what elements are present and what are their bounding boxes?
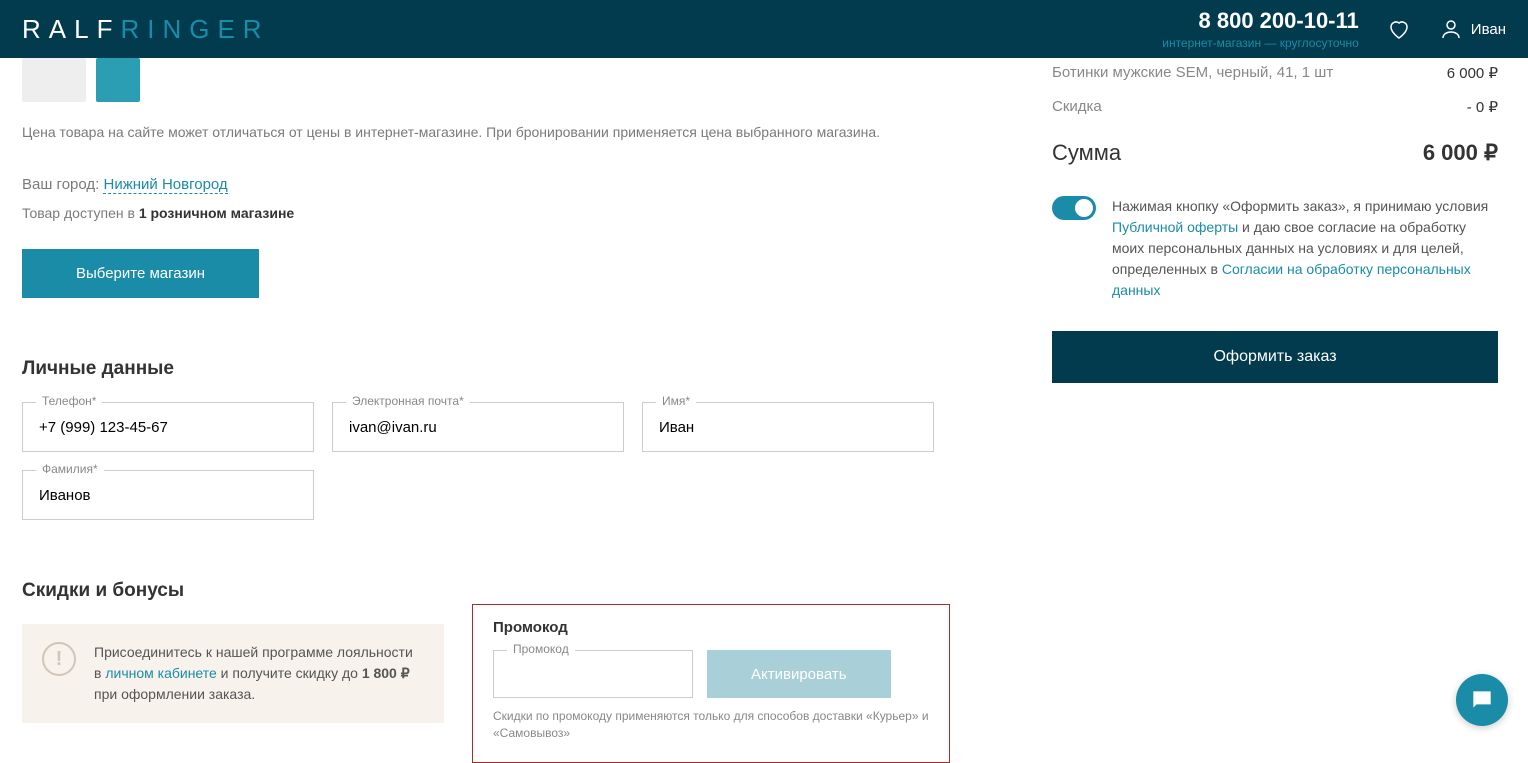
consent-block: Нажимая кнопку «Оформить заказ», я прини… <box>1052 196 1498 301</box>
avail-count: 1 розничном магазине <box>139 205 294 221</box>
promo-field-wrap: Промокод <box>493 650 693 698</box>
city-row: Ваш город: Нижний Новгород <box>22 176 992 193</box>
promo-label: Промокод <box>507 642 575 656</box>
personal-data-title: Личные данные <box>22 358 992 380</box>
fname-label: Имя* <box>656 394 696 408</box>
consent-toggle[interactable] <box>1052 196 1096 220</box>
phone-field-wrap: Телефон* <box>22 402 314 452</box>
loyalty-text: Присоединитесь к нашей программе лояльно… <box>94 642 424 705</box>
user-name: Иван <box>1471 21 1506 38</box>
logo-rest: RINGER <box>120 14 269 45</box>
loyalty-account-link[interactable]: личном кабинете <box>105 665 216 681</box>
phone-subtitle: интернет-магазин — круглосуточно <box>1162 36 1359 50</box>
discount-label: Скидка <box>1052 98 1102 116</box>
summary-item: Ботинки мужские SEM, черный, 41, 1 шт 6 … <box>1052 64 1498 82</box>
header-right: 8 800 200-10-11 интернет-магазин — кругл… <box>1162 8 1506 50</box>
lname-input[interactable] <box>22 470 314 520</box>
email-field-wrap: Электронная почта* <box>332 402 624 452</box>
toggle-knob <box>1075 199 1093 217</box>
loyalty-box: ! Присоединитесь к нашей программе лояль… <box>22 624 444 723</box>
bonus-title: Скидки и бонусы <box>22 580 992 602</box>
lname-field-wrap: Фамилия* <box>22 470 314 520</box>
availability-text: Товар доступен в 1 розничном магазине <box>22 205 992 221</box>
item-price: 6 000 <box>1447 64 1498 82</box>
thumb-unselected[interactable] <box>22 58 86 102</box>
fname-input[interactable] <box>642 402 934 452</box>
loyalty-t5: при оформлении заказа. <box>94 686 255 702</box>
city-link[interactable]: Нижний Новгород <box>103 176 227 194</box>
lname-label: Фамилия* <box>36 462 104 476</box>
select-store-button[interactable]: Выберите магазин <box>22 249 259 298</box>
user-block[interactable]: Иван <box>1439 17 1506 41</box>
chat-icon <box>1469 687 1495 713</box>
offer-link[interactable]: Публичной оферты <box>1112 219 1238 235</box>
city-label: Ваш город: <box>22 176 103 193</box>
total-value: 6 000 <box>1423 140 1498 166</box>
phone-label: Телефон* <box>36 394 102 408</box>
logo-first: RALF <box>22 14 120 45</box>
avail-prefix: Товар доступен в <box>22 205 139 221</box>
info-icon: ! <box>42 642 76 676</box>
fname-field-wrap: Имя* <box>642 402 934 452</box>
promo-row: Промокод Активировать <box>493 650 929 698</box>
promo-box: Промокод Промокод Активировать Скидки по… <box>472 604 950 763</box>
phone-block: 8 800 200-10-11 интернет-магазин — кругл… <box>1162 8 1359 50</box>
promo-title: Промокод <box>493 619 929 636</box>
email-label: Электронная почта* <box>346 394 470 408</box>
heart-icon[interactable] <box>1387 17 1411 41</box>
bonus-row: ! Присоединитесь к нашей программе лояль… <box>22 624 992 763</box>
phone-input[interactable] <box>22 402 314 452</box>
phone-number[interactable]: 8 800 200-10-11 <box>1162 8 1359 34</box>
consent-t1: Нажимая кнопку «Оформить заказ», я прини… <box>1112 198 1488 214</box>
summary-total: Сумма 6 000 <box>1052 140 1498 166</box>
thumb-selected[interactable] <box>96 58 140 102</box>
loyalty-t3: и получите скидку до <box>217 665 362 681</box>
price-note: Цена товара на сайте может отличаться от… <box>22 124 992 140</box>
logo[interactable]: RALFRINGER <box>22 14 270 45</box>
header: RALFRINGER 8 800 200-10-11 интернет-мага… <box>0 0 1528 58</box>
promo-note: Скидки по промокоду применяются только д… <box>493 708 929 742</box>
summary-discount: Скидка - 0 <box>1052 98 1498 116</box>
user-icon <box>1439 17 1463 41</box>
discount-value: - 0 <box>1467 98 1498 116</box>
order-summary: Ботинки мужские SEM, черный, 41, 1 шт 6 … <box>1052 58 1498 763</box>
total-label: Сумма <box>1052 140 1121 166</box>
personal-form: Телефон* Электронная почта* Имя* Фамилия… <box>22 402 992 520</box>
promo-input[interactable] <box>493 650 693 698</box>
chat-button[interactable] <box>1456 674 1508 726</box>
consent-text: Нажимая кнопку «Оформить заказ», я прини… <box>1112 196 1498 301</box>
place-order-button[interactable]: Оформить заказ <box>1052 331 1498 383</box>
promo-activate-button[interactable]: Активировать <box>707 650 891 698</box>
delivery-option-thumbs <box>22 58 992 102</box>
item-name: Ботинки мужские SEM, черный, 41, 1 шт <box>1052 64 1333 82</box>
loyalty-amount: 1 800 ₽ <box>362 665 410 681</box>
email-input[interactable] <box>332 402 624 452</box>
